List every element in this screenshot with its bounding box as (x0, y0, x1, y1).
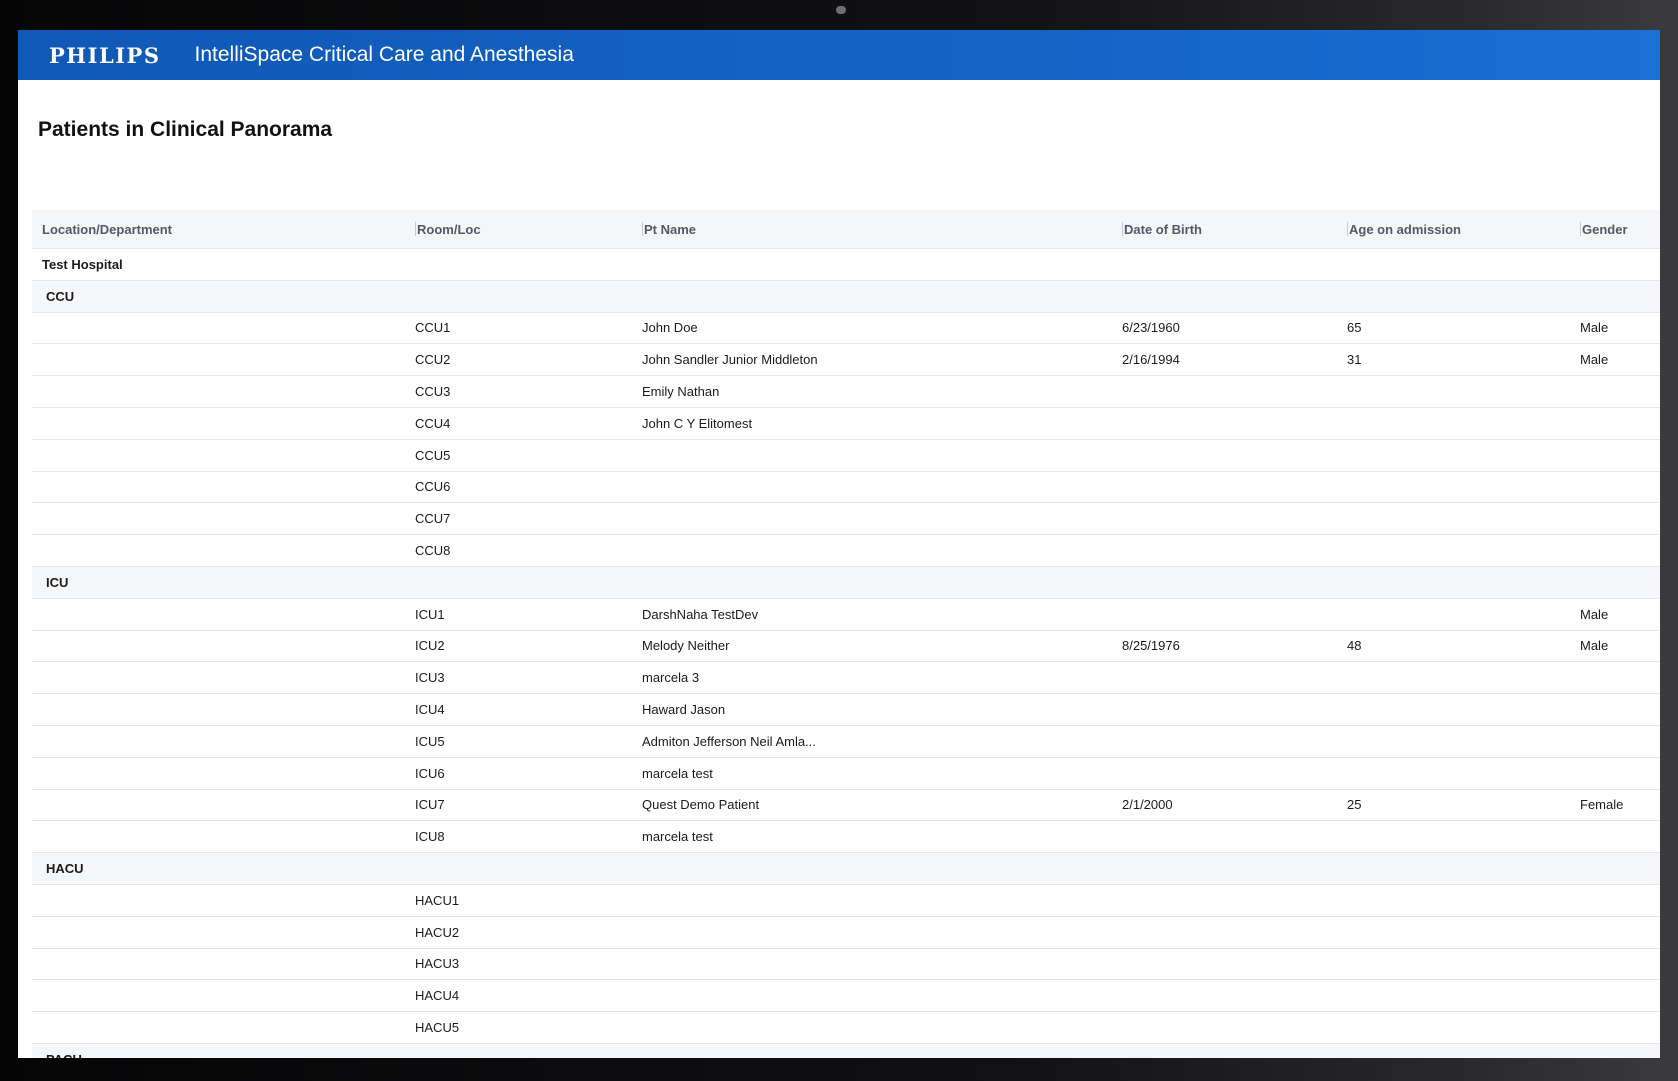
table-row[interactable]: CCU1 John Doe 6/23/1960 65 Male (32, 313, 1660, 345)
patient-name-cell: Quest Demo Patient (642, 797, 760, 813)
table-row[interactable]: ICU6 marcela test (32, 758, 1660, 790)
column-header-dob[interactable]: Date of Birth (1122, 210, 1202, 248)
room-cell: CCU4 (415, 415, 451, 431)
table-row[interactable]: HACU1 (32, 885, 1660, 917)
room-cell: CCU2 (415, 352, 451, 368)
table-header: Location/Department Room/Loc Pt Name Dat… (32, 210, 1660, 249)
hospital-row: Test Hospital (32, 249, 1660, 281)
hospital-name: Test Hospital (42, 256, 123, 272)
age-cell: 25 (1347, 797, 1362, 813)
table-row[interactable]: CCU6 (32, 472, 1660, 504)
table-row[interactable]: HACU2 (32, 917, 1660, 949)
philips-logo: PHILIPS (49, 42, 161, 68)
table-row[interactable]: CCU8 (32, 535, 1660, 567)
patient-name-cell: marcela test (642, 829, 713, 845)
patient-name-cell: John Sandler Junior Middleton (642, 352, 818, 368)
room-cell: ICU8 (415, 829, 445, 845)
table-row[interactable]: CCU7 (32, 503, 1660, 536)
gender-cell: Male (1580, 638, 1609, 654)
room-cell: HACU4 (415, 988, 460, 1004)
gender-cell: Male (1580, 352, 1609, 368)
patient-name-cell: Haward Jason (642, 702, 726, 718)
column-header-room-label: Room/Loc (417, 221, 481, 237)
age-cell: 31 (1347, 352, 1362, 368)
table-row[interactable]: ICU3 marcela 3 (32, 662, 1660, 695)
patient-name-cell: marcela 3 (642, 670, 700, 686)
department-name: ICU (46, 574, 69, 590)
column-header-gender-label: Gender (1582, 221, 1628, 237)
table-row[interactable]: CCU2 John Sandler Junior Middleton 2/16/19… (32, 344, 1660, 377)
gender-cell: Female (1580, 797, 1624, 813)
table-body: CCU CCU1 John Doe 6/23/1960 65 Male CCU2 John S… (32, 280, 1660, 1058)
patient-name-cell: John C Y Elitomest (642, 415, 753, 431)
app-title: IntelliSpace Critical Care and Anesthesi… (194, 43, 574, 66)
room-cell: ICU2 (415, 638, 445, 654)
room-cell: ICU7 (415, 797, 445, 813)
patient-table: Location/Department Room/Loc Pt Name Dat… (32, 210, 1660, 1058)
department-row[interactable]: ICU (32, 566, 1660, 599)
room-cell: CCU3 (415, 384, 451, 400)
room-cell: HACU2 (415, 924, 460, 940)
dob-cell: 2/16/1994 (1122, 352, 1180, 368)
dob-cell: 8/25/1976 (1122, 638, 1180, 654)
column-header-age-label: Age on admission (1349, 221, 1461, 237)
table-row[interactable]: ICU8 marcela test (32, 821, 1660, 854)
room-cell: HACU1 (415, 892, 460, 908)
table-row[interactable]: CCU5 (32, 440, 1660, 472)
room-cell: ICU4 (415, 702, 445, 718)
dob-cell: 6/23/1960 (1122, 320, 1180, 336)
column-header-pt-name[interactable]: Pt Name (642, 210, 696, 248)
page-title: Patients in Clinical Panorama (38, 118, 333, 141)
department-name: CCU (46, 288, 75, 304)
department-name: HACU (46, 861, 84, 877)
dob-cell: 2/1/2000 (1122, 797, 1173, 813)
column-header-dob-label: Date of Birth (1124, 221, 1202, 237)
column-header-room[interactable]: Room/Loc (415, 210, 481, 248)
column-header-pt-name-label: Pt Name (644, 221, 697, 237)
department-row[interactable]: PACU (32, 1043, 1660, 1058)
room-cell: ICU6 (415, 765, 445, 781)
room-cell: ICU5 (415, 733, 445, 749)
room-cell: ICU3 (415, 670, 445, 686)
room-cell: CCU6 (415, 479, 451, 495)
table-row[interactable]: ICU2 Melody Neither 8/25/1976 48 Male (32, 631, 1660, 663)
table-row[interactable]: ICU4 Haward Jason (32, 694, 1660, 726)
room-cell: ICU1 (415, 606, 445, 622)
department-name: PACU (46, 1044, 82, 1058)
patient-name-cell: marcela test (642, 765, 713, 781)
column-header-age[interactable]: Age on admission (1347, 210, 1461, 248)
age-cell: 48 (1347, 638, 1362, 654)
table-row[interactable]: CCU4 John C Y Elitomest (32, 408, 1660, 440)
gender-cell: Male (1580, 320, 1609, 336)
room-cell: HACU5 (415, 1020, 460, 1036)
patient-name-cell: Melody Neither (642, 638, 730, 654)
patient-name-cell: DarshNaha TestDev (642, 606, 759, 622)
table-row[interactable]: CCU3 Emily Nathan (32, 376, 1660, 408)
room-cell: CCU1 (415, 320, 451, 336)
patient-name-cell: Admiton Jefferson Neil Amla... (642, 733, 816, 749)
table-row[interactable]: ICU5 Admiton Jefferson Neil Amla... (32, 726, 1660, 758)
column-header-location[interactable]: Location/Department (42, 210, 172, 248)
top-bar: PHILIPS IntelliSpace Critical Care and A… (18, 30, 1660, 80)
patient-name-cell: John Doe (642, 320, 698, 336)
patient-name-cell: Emily Nathan (642, 384, 720, 400)
department-row[interactable]: CCU (32, 280, 1660, 313)
table-row[interactable]: HACU5 (32, 1012, 1660, 1044)
department-row[interactable]: HACU (32, 853, 1660, 885)
room-cell: CCU5 (415, 447, 451, 463)
room-cell: HACU3 (415, 956, 460, 972)
app-screen: PHILIPS IntelliSpace Critical Care and A… (18, 30, 1660, 1058)
room-cell: CCU8 (415, 543, 451, 559)
table-row[interactable]: ICU1 DarshNaha TestDev Male (32, 599, 1660, 631)
table-row[interactable]: HACU4 (32, 980, 1660, 1013)
room-cell: CCU7 (415, 511, 451, 527)
table-row[interactable]: ICU7 Quest Demo Patient 2/1/2000 25 Female (32, 790, 1660, 822)
age-cell: 65 (1347, 320, 1362, 336)
camera-icon (836, 6, 846, 14)
gender-cell: Male (1580, 606, 1609, 622)
column-header-gender[interactable]: Gender (1580, 210, 1628, 248)
table-row[interactable]: HACU3 (32, 949, 1660, 981)
